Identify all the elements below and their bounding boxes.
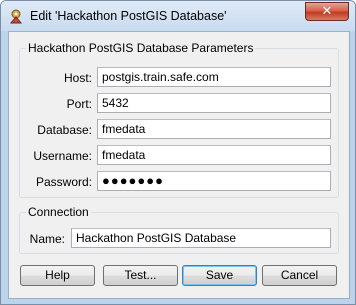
- username-label: Username:: [33, 149, 92, 163]
- username-input[interactable]: fmedata: [97, 145, 331, 165]
- port-input[interactable]: 5432: [97, 93, 331, 113]
- close-button[interactable]: ✕: [305, 2, 349, 21]
- cancel-button[interactable]: Cancel: [262, 265, 337, 286]
- database-label: Database:: [37, 123, 92, 137]
- database-input[interactable]: fmedata: [97, 119, 331, 139]
- parameters-group: Hackathon PostGIS Database Parameters Ho…: [19, 41, 339, 198]
- name-label: Name:: [29, 232, 65, 246]
- host-label: Host:: [63, 71, 92, 85]
- port-label: Port:: [66, 97, 92, 111]
- window-title: Edit 'Hackathon PostGIS Database': [30, 9, 227, 23]
- save-button[interactable]: Save: [182, 265, 257, 286]
- dialog-body: Hackathon PostGIS Database Parameters Ho…: [8, 31, 350, 299]
- host-input[interactable]: postgis.train.safe.com: [97, 67, 331, 87]
- connection-group: Connection Name: Hackathon PostGIS Datab…: [19, 205, 339, 254]
- title-bar[interactable]: Edit 'Hackathon PostGIS Database' ✕: [1, 1, 355, 31]
- password-label: Password:: [35, 175, 92, 189]
- password-input[interactable]: ●●●●●●●: [97, 171, 331, 191]
- name-input[interactable]: Hackathon PostGIS Database: [71, 228, 331, 248]
- help-button[interactable]: Help: [20, 265, 95, 286]
- connection-legend: Connection: [26, 205, 91, 219]
- close-icon: ✕: [321, 4, 333, 19]
- test-button[interactable]: Test...: [103, 265, 178, 286]
- parameters-legend: Hackathon PostGIS Database Parameters: [26, 41, 256, 55]
- edit-connection-dialog: Edit 'Hackathon PostGIS Database' ✕ Hack…: [0, 0, 356, 305]
- fme-workbench-icon: [9, 9, 23, 24]
